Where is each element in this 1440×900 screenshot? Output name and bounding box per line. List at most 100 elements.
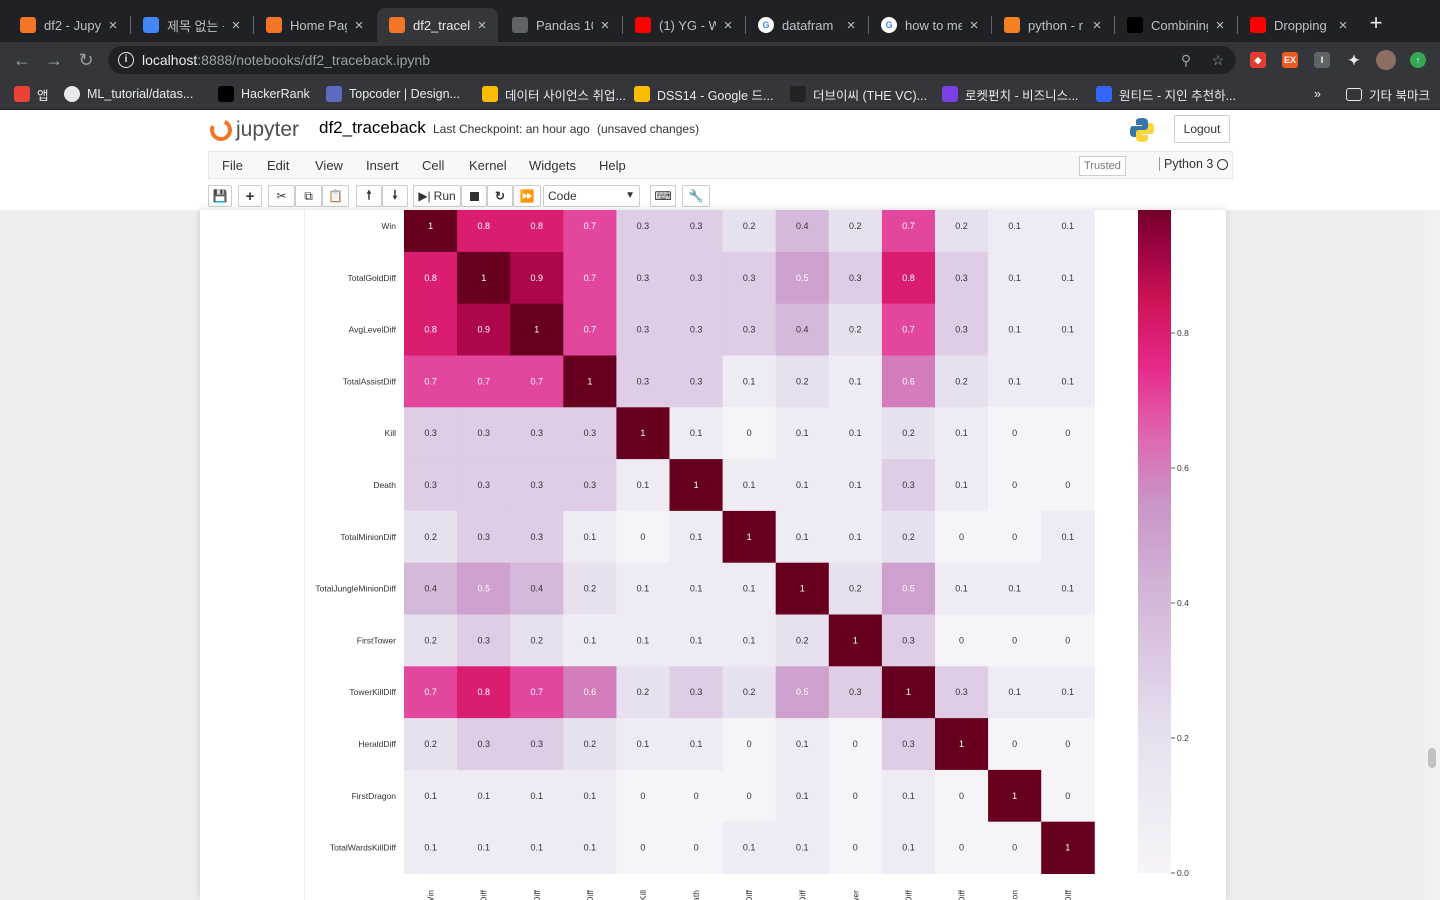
close-tab-icon[interactable]: × bbox=[1212, 17, 1228, 34]
heatmap-cell-label: 0.1 bbox=[955, 428, 968, 438]
close-tab-icon[interactable]: × bbox=[1335, 17, 1351, 34]
paste-icon: 📋 bbox=[328, 189, 343, 203]
close-tab-icon[interactable]: × bbox=[228, 17, 244, 34]
other-bookmarks-folder[interactable]: 기타 북마크 bbox=[1346, 85, 1430, 103]
bookmark-item[interactable]: DSS14 - Google 드... bbox=[634, 85, 773, 103]
bookmark-item[interactable]: 원티드 - 지인 추천하... bbox=[1096, 85, 1236, 103]
bookmark-item[interactable]: 앱 bbox=[14, 85, 49, 103]
forward-icon[interactable]: → bbox=[42, 48, 66, 72]
bookmarks-overflow-button[interactable]: » bbox=[1314, 85, 1321, 103]
address-bar[interactable]: i localhost:8888/notebooks/df2_traceback… bbox=[108, 46, 1236, 74]
menu-help[interactable]: Help bbox=[599, 158, 626, 173]
heatmap-cell-label: 0.3 bbox=[584, 480, 597, 490]
browser-tab[interactable]: Combining × bbox=[1115, 8, 1236, 42]
cut-button[interactable]: ✂ bbox=[268, 185, 295, 207]
move-down-button[interactable]: 🠗 bbox=[382, 185, 408, 207]
menu-file[interactable]: File bbox=[222, 158, 243, 173]
close-tab-icon[interactable]: × bbox=[720, 17, 736, 34]
restart-run-all-button[interactable]: ⏩ bbox=[513, 185, 541, 207]
site-info-icon[interactable]: i bbox=[118, 52, 134, 68]
brave-shield-icon[interactable]: ◆ bbox=[1250, 52, 1266, 68]
close-tab-icon[interactable]: × bbox=[105, 17, 121, 34]
tab-title: how to me bbox=[905, 17, 962, 33]
restart-button[interactable]: ↻ bbox=[487, 185, 513, 207]
bookmark-item[interactable]: Topcoder | Design... bbox=[326, 85, 460, 103]
trusted-indicator[interactable]: Trusted bbox=[1079, 156, 1126, 176]
close-tab-icon[interactable]: × bbox=[351, 17, 367, 34]
heatmap-cell-label: 0.1 bbox=[477, 791, 490, 801]
browser-tab[interactable]: Pandas 10 × bbox=[500, 8, 621, 42]
logout-button[interactable]: Logout bbox=[1174, 115, 1230, 143]
heatmap-cell-label: 0 bbox=[1012, 480, 1017, 490]
browser-tab[interactable]: Gdatafram × bbox=[746, 8, 867, 42]
scrollbar-thumb[interactable] bbox=[1428, 748, 1436, 768]
close-tab-icon[interactable]: × bbox=[597, 17, 613, 34]
edit-button-group: ✂ ⧉ 📋 bbox=[268, 185, 349, 207]
menu-view[interactable]: View bbox=[315, 158, 343, 173]
close-tab-icon[interactable]: × bbox=[474, 17, 490, 34]
row-label: HeraldDiff bbox=[358, 739, 396, 749]
browser-tab[interactable]: 제목 없는 문× bbox=[131, 8, 252, 42]
bookmark-item[interactable]: HackerRank bbox=[218, 85, 310, 103]
stackoverflow-icon bbox=[1004, 17, 1020, 33]
heatmap-cell-label: 0.1 bbox=[1062, 376, 1075, 386]
cell-toolbar-button[interactable]: 🔧 bbox=[682, 185, 710, 207]
save-button[interactable]: 💾 bbox=[208, 185, 232, 207]
browser-tab[interactable]: (1) YG - W × bbox=[623, 8, 744, 42]
browser-tab[interactable]: Ghow to me × bbox=[869, 8, 990, 42]
heatmap-cell-label: 0.1 bbox=[584, 532, 597, 542]
bookmark-label: 로켓펀치 - 비즈니스... bbox=[965, 88, 1079, 103]
copy-button[interactable]: ⧉ bbox=[295, 185, 322, 207]
menu-cell[interactable]: Cell bbox=[422, 158, 444, 173]
menu-edit[interactable]: Edit bbox=[267, 158, 289, 173]
tab-title: df2_tracel bbox=[413, 17, 470, 33]
column-label: nDiff bbox=[744, 889, 754, 900]
new-tab-button[interactable]: + bbox=[1364, 12, 1388, 36]
heatmap-cell-label: 0.1 bbox=[690, 532, 703, 542]
browser-tab[interactable]: Home Pag × bbox=[254, 8, 375, 42]
heatmap-cell-label: 0.1 bbox=[584, 843, 597, 853]
bookmark-item[interactable]: 더브이씨 (THE VC)... bbox=[790, 85, 927, 103]
back-icon[interactable]: ← bbox=[10, 48, 34, 72]
browser-tab[interactable]: df2 - Jupy × bbox=[8, 8, 129, 42]
jupyter-logo[interactable]: jupyter bbox=[206, 115, 308, 145]
run-button[interactable]: ▶​| Run bbox=[413, 185, 461, 207]
menu-insert[interactable]: Insert bbox=[366, 158, 399, 173]
move-up-button[interactable]: 🠕 bbox=[356, 185, 382, 207]
menu-kernel[interactable]: Kernel bbox=[469, 158, 507, 173]
heatmap-cell-label: 1 bbox=[694, 480, 699, 490]
menu-widgets[interactable]: Widgets bbox=[529, 158, 576, 173]
interrupt-button[interactable] bbox=[461, 185, 487, 207]
close-tab-icon[interactable]: × bbox=[966, 17, 982, 34]
insert-cell-button[interactable]: + bbox=[238, 185, 262, 207]
bookmark-item[interactable]: ML_tutorial/datas... bbox=[64, 85, 193, 103]
heatmap-cell-label: 0.3 bbox=[690, 273, 703, 283]
heatmap-cell-label: 0.3 bbox=[902, 739, 915, 749]
close-tab-icon[interactable]: × bbox=[1089, 17, 1105, 34]
cell-type-select[interactable]: Code ▼ bbox=[543, 185, 640, 207]
heatmap-cell-label: 1 bbox=[587, 376, 592, 386]
column-label: stDiff bbox=[585, 889, 595, 900]
heatmap-cell-label: 0.7 bbox=[531, 376, 544, 386]
page-scrollbar[interactable] bbox=[1425, 210, 1440, 900]
update-icon[interactable]: ↑ bbox=[1410, 52, 1426, 68]
heatmap-cell-label: 1 bbox=[534, 325, 539, 335]
profile-avatar[interactable] bbox=[1376, 50, 1396, 70]
browser-tab[interactable]: Dropping × bbox=[1238, 8, 1359, 42]
command-palette-button[interactable]: ⌨ bbox=[650, 185, 676, 207]
heatmap-cell-label: 0.8 bbox=[902, 273, 915, 283]
close-tab-icon[interactable]: × bbox=[843, 17, 859, 34]
browser-tab[interactable]: df2_tracel × bbox=[377, 8, 498, 42]
bookmark-item[interactable]: 데이터 사이언스 취업... bbox=[482, 85, 626, 103]
notebook-name[interactable]: df2_traceback bbox=[319, 118, 426, 138]
reload-icon[interactable]: ↻ bbox=[74, 48, 98, 72]
extension-ex-icon[interactable]: EX bbox=[1282, 52, 1298, 68]
heatmap-cell-label: 0.3 bbox=[424, 428, 437, 438]
bookmark-item[interactable]: 로켓펀치 - 비즈니스... bbox=[942, 85, 1079, 103]
extensions-puzzle-icon[interactable]: ✦ bbox=[1346, 52, 1362, 68]
browser-tab[interactable]: python - r × bbox=[992, 8, 1113, 42]
paste-button[interactable]: 📋 bbox=[322, 185, 349, 207]
zoom-icon[interactable]: ⚲ bbox=[1176, 46, 1196, 74]
bookmark-star-icon[interactable]: ☆ bbox=[1208, 46, 1228, 74]
extension-i-icon[interactable]: I bbox=[1314, 52, 1330, 68]
